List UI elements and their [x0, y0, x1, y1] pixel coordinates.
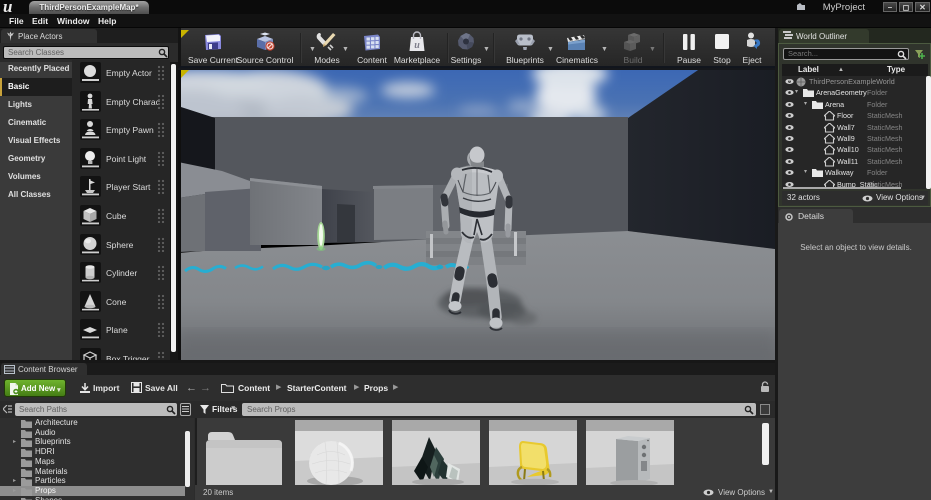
svg-text:u: u — [414, 40, 420, 51]
